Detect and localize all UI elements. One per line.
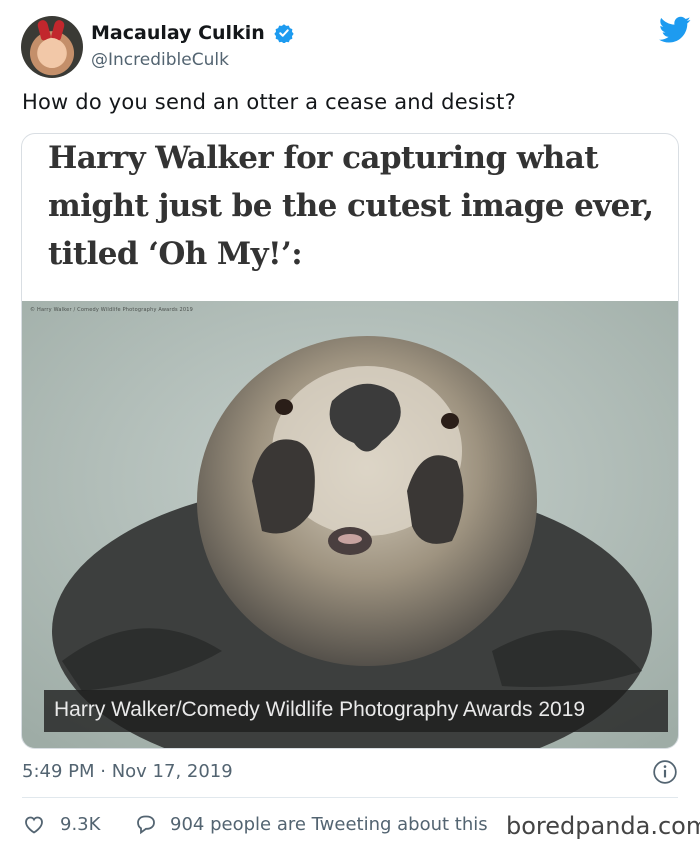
photo-credit-small: © Harry Walker / Comedy Wildlife Photogr… — [30, 307, 194, 313]
verified-badge-icon — [274, 24, 294, 43]
otter-photo[interactable]: © Harry Walker / Comedy Wildlife Photogr… — [22, 301, 678, 748]
divider — [22, 797, 678, 798]
tweeting-about-text: 904 people are Tweeting about this — [170, 813, 488, 835]
caption-text: Harry Walker/Comedy Wildlife Photography… — [54, 698, 586, 721]
tweeting-about-link[interactable]: 904 people are Tweeting about this — [134, 812, 488, 836]
twitter-bird-icon[interactable] — [659, 16, 691, 44]
tweet-text: How do you send an otter a cease and des… — [22, 90, 516, 114]
like-button[interactable]: 9.3K — [22, 812, 100, 836]
tweet-header: Macaulay Culkin @IncredibleCulk — [21, 16, 691, 78]
tweet-timestamp[interactable]: 5:49 PM · Nov 17, 2019 — [22, 761, 233, 782]
heart-icon — [25, 816, 43, 834]
otter-illustration — [22, 301, 678, 748]
avatar[interactable] — [21, 16, 83, 78]
card-title: Harry Walker for capturing what might ju… — [48, 140, 654, 272]
embedded-image-card[interactable]: Harry Walker for capturing what might ju… — [21, 133, 679, 749]
user-handle[interactable]: @IncredibleCulk — [91, 50, 294, 70]
caption-bar: Harry Walker/Comedy Wildlife Photography… — [44, 690, 668, 732]
user-names: Macaulay Culkin @IncredibleCulk — [91, 22, 294, 70]
like-count: 9.3K — [60, 813, 101, 835]
display-name[interactable]: Macaulay Culkin — [91, 22, 265, 44]
reply-bubble-icon — [137, 815, 155, 835]
watermark: boredpanda.com — [506, 812, 700, 840]
avatar-face — [39, 38, 65, 68]
info-icon[interactable] — [652, 759, 678, 785]
